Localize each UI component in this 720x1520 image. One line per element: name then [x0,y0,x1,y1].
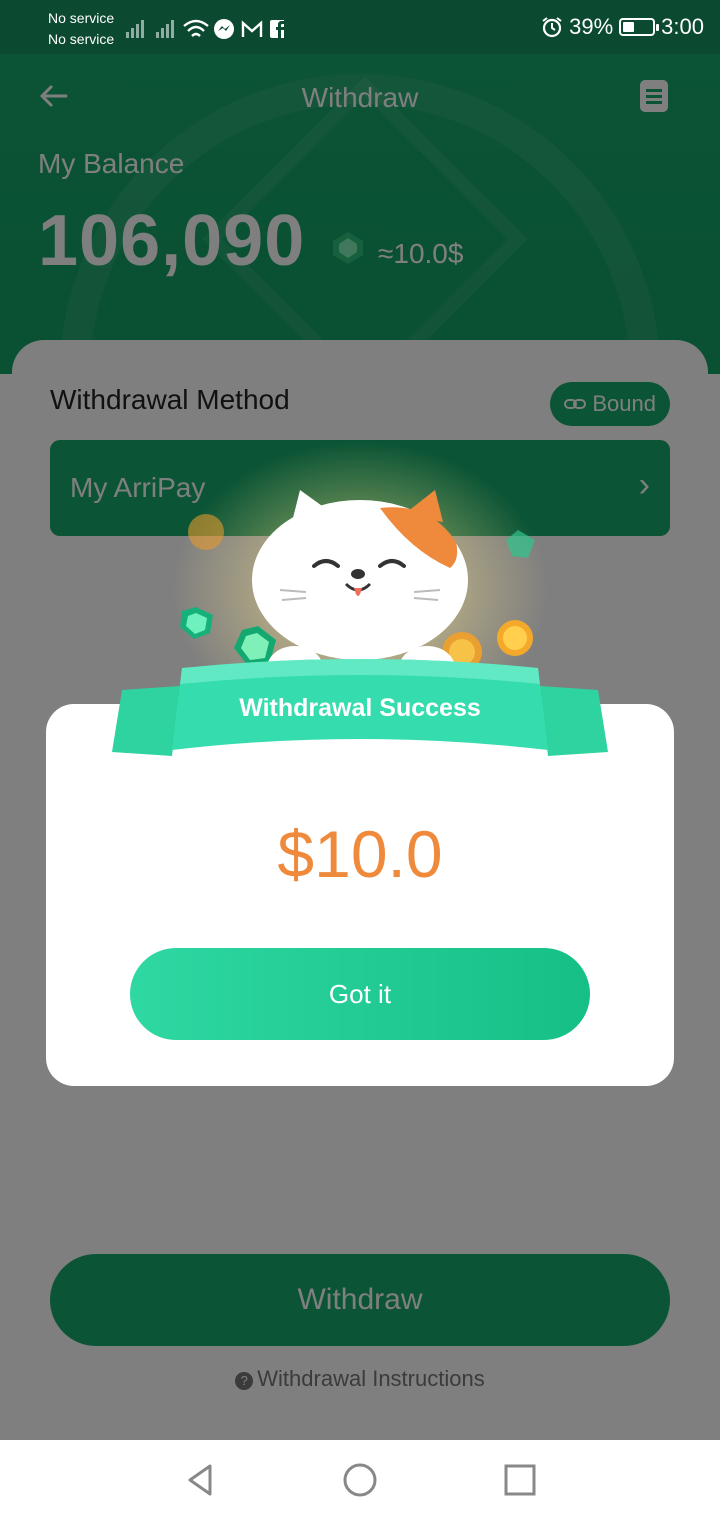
gmail-icon [241,20,263,37]
carrier-line-2: No service [48,31,115,47]
battery-percent: 39% [569,14,614,39]
cat-mascot [252,490,468,690]
svg-text:×: × [152,16,159,17]
withdrawn-amount: $10.0 [277,817,443,891]
coin-icon [188,514,224,550]
coin-icon [497,620,533,656]
signal-icons: × × [124,16,284,39]
nav-recents-icon[interactable] [500,1460,540,1500]
wifi-icon [183,19,209,37]
status-bar: No service No service × × 39% 3:00 [0,0,720,54]
success-ribbon-title: Withdrawal Success [239,694,481,722]
clock: 3:00 [661,14,704,39]
messenger-icon [214,19,234,39]
got-it-button[interactable]: Got it [130,948,590,1040]
gem-icon [180,607,213,639]
gem-icon [506,530,535,558]
system-nav-bar [0,1440,720,1520]
nav-home-icon[interactable] [340,1460,380,1500]
svg-text:×: × [124,16,129,17]
facebook-icon [270,20,284,38]
battery-icon [619,18,660,36]
signal-icon: × [152,16,174,38]
carrier-text: No service No service [48,8,114,50]
alarm-icon [542,17,562,38]
status-right: 39% 3:00 [541,14,704,40]
carrier-line-1: No service [48,10,115,26]
battery-fill [623,22,635,32]
mascot-illustration [112,490,608,756]
signal-icon: × [124,16,144,38]
nav-back-icon[interactable] [180,1460,220,1500]
